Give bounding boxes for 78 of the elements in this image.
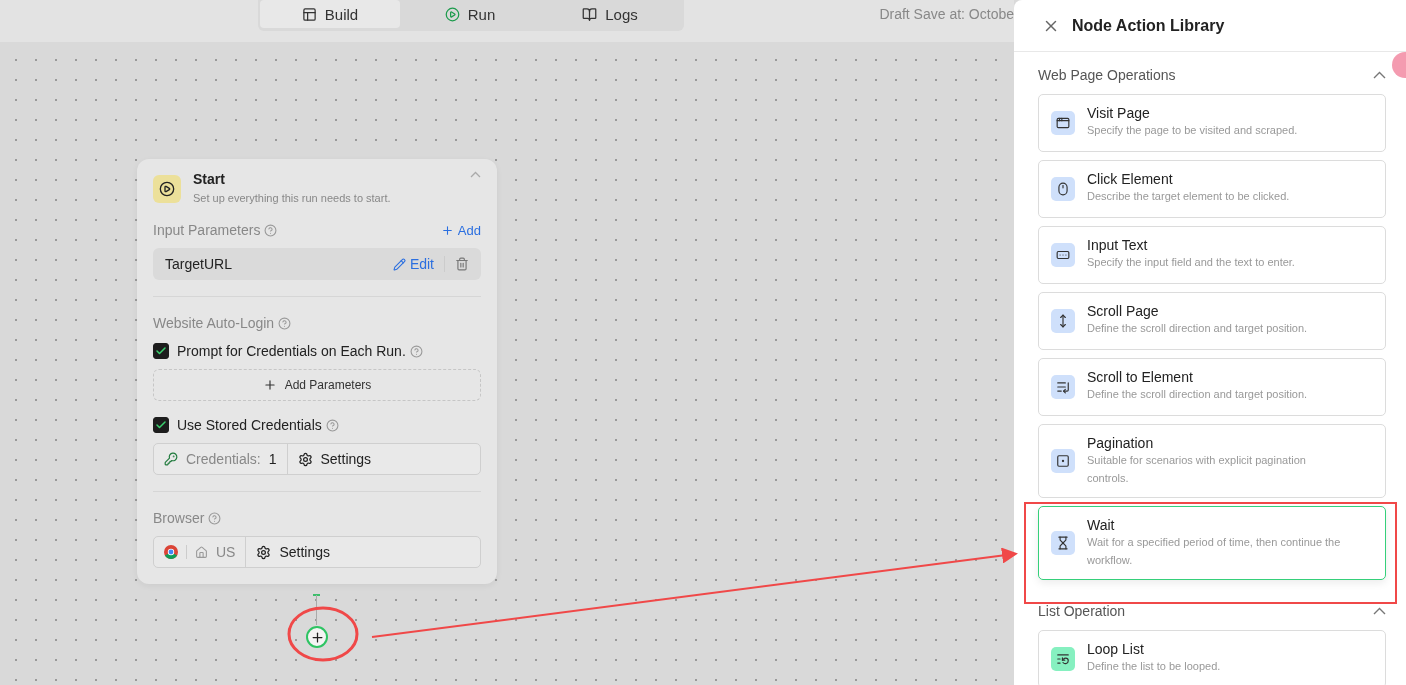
section-title: Web Page Operations — [1038, 67, 1176, 83]
action-title: Input Text — [1087, 237, 1149, 253]
add-parameters-button[interactable]: Add Parameters — [153, 369, 481, 401]
node-handle[interactable] — [313, 594, 320, 596]
settings-icon — [256, 544, 272, 560]
table-icon — [301, 6, 317, 22]
add-link[interactable]: Add — [440, 222, 481, 238]
action-card[interactable]: Input Text Specify the input field and the text to enter. — [1038, 226, 1386, 284]
add-node-button[interactable] — [306, 626, 328, 648]
chevron-up-icon — [1373, 71, 1386, 79]
annotation-ellipse — [287, 606, 359, 662]
checkbox[interactable] — [153, 417, 169, 433]
section-label: Input Parameters — [153, 222, 261, 238]
action-description: Specify the page to be visited and scraped. — [1087, 123, 1298, 138]
plus-icon — [440, 223, 454, 237]
action-card[interactable]: Wait Wait for a specified period of time, then continue the workflow. — [1038, 506, 1386, 580]
tab[interactable]: Logs — [540, 0, 680, 28]
chevron-up-icon — [1373, 607, 1386, 615]
action-title: Scroll Page — [1087, 303, 1160, 319]
action-card[interactable]: Visit Page Specify the page to be visited and scraped. — [1038, 94, 1386, 152]
book-icon — [582, 6, 598, 22]
settings-button[interactable]: Settings — [287, 444, 480, 474]
settings-icon — [297, 451, 313, 467]
tab[interactable]: Run — [400, 0, 540, 28]
play-icon — [444, 6, 460, 22]
action-card[interactable]: Scroll Page Define the scroll direction and target position. — [1038, 292, 1386, 350]
key-icon — [164, 452, 178, 466]
action-title: Click Element — [1087, 171, 1174, 187]
action-title: Wait — [1087, 517, 1116, 533]
credentials-label: Credentials: — [186, 451, 261, 467]
action-description: Specify the input field and the text to enter. — [1087, 255, 1295, 270]
action-description: Suitable for scenarios with explicit pagination controls. — [1087, 453, 1307, 486]
help-icon — [409, 344, 423, 358]
section-label: Browser — [153, 510, 205, 526]
action-title: Pagination — [1087, 435, 1155, 451]
collapse-button[interactable] — [1373, 607, 1386, 615]
checkbox-label: Use Stored Credentials — [177, 417, 322, 433]
action-description: Define the scroll direction and target position. — [1087, 387, 1308, 402]
action-card[interactable]: Pagination Suitable for scenarios with explicit pagination controls. — [1038, 424, 1386, 498]
node-subtitle: Set up everything this run needs to start. — [193, 192, 392, 204]
action-description: Define the scroll direction and target position. — [1087, 321, 1308, 336]
help-icon — [208, 511, 222, 525]
check-icon — [155, 419, 167, 431]
action-description: Wait for a specified period of time, then continue the workflow. — [1087, 535, 1342, 568]
draft-save-status: Draft Save at: Octobe — [879, 6, 1014, 22]
delete-icon[interactable] — [455, 257, 469, 271]
action-card[interactable]: Loop List Define the list to be looped. — [1038, 630, 1386, 685]
credentials-count: 1 — [268, 451, 277, 467]
help-icon — [264, 223, 278, 237]
browser-logo-icon — [164, 545, 178, 559]
node-title: Start — [193, 171, 226, 187]
collapse-button[interactable] — [1373, 71, 1386, 79]
pencil-icon — [392, 257, 406, 271]
checkbox[interactable] — [153, 343, 169, 359]
check-icon — [155, 345, 167, 357]
section-label: Website Auto-Login — [153, 315, 275, 331]
tab[interactable]: Build — [260, 0, 400, 28]
panel-title: Node Action Library — [1072, 16, 1225, 35]
plus-icon — [262, 378, 277, 392]
action-title: Visit Page — [1087, 105, 1151, 121]
home-icon — [195, 545, 208, 559]
action-description: Describe the target element to be clicked. — [1087, 189, 1290, 204]
checkbox-label: Prompt for Credentials on Each Run. — [177, 343, 406, 359]
parameter-name: TargetURL — [165, 256, 233, 272]
action-title: Loop List — [1087, 641, 1145, 657]
section-title: List Operation — [1038, 603, 1126, 619]
help-icon — [278, 316, 292, 330]
action-description: Define the list to be looped. — [1087, 659, 1221, 674]
action-card[interactable]: Click Element Describe the target element to be clicked. — [1038, 160, 1386, 218]
action-card[interactable]: Scroll to Element Define the scroll direction and target position. — [1038, 358, 1386, 416]
help-icon — [325, 418, 339, 432]
chevron-up-icon — [470, 171, 481, 178]
connector-line — [316, 595, 317, 625]
plus-icon — [309, 629, 325, 645]
settings-button[interactable]: Settings — [246, 537, 480, 567]
action-title: Scroll to Element — [1087, 369, 1194, 385]
region-label: US — [216, 544, 236, 560]
play-icon — [153, 175, 181, 203]
